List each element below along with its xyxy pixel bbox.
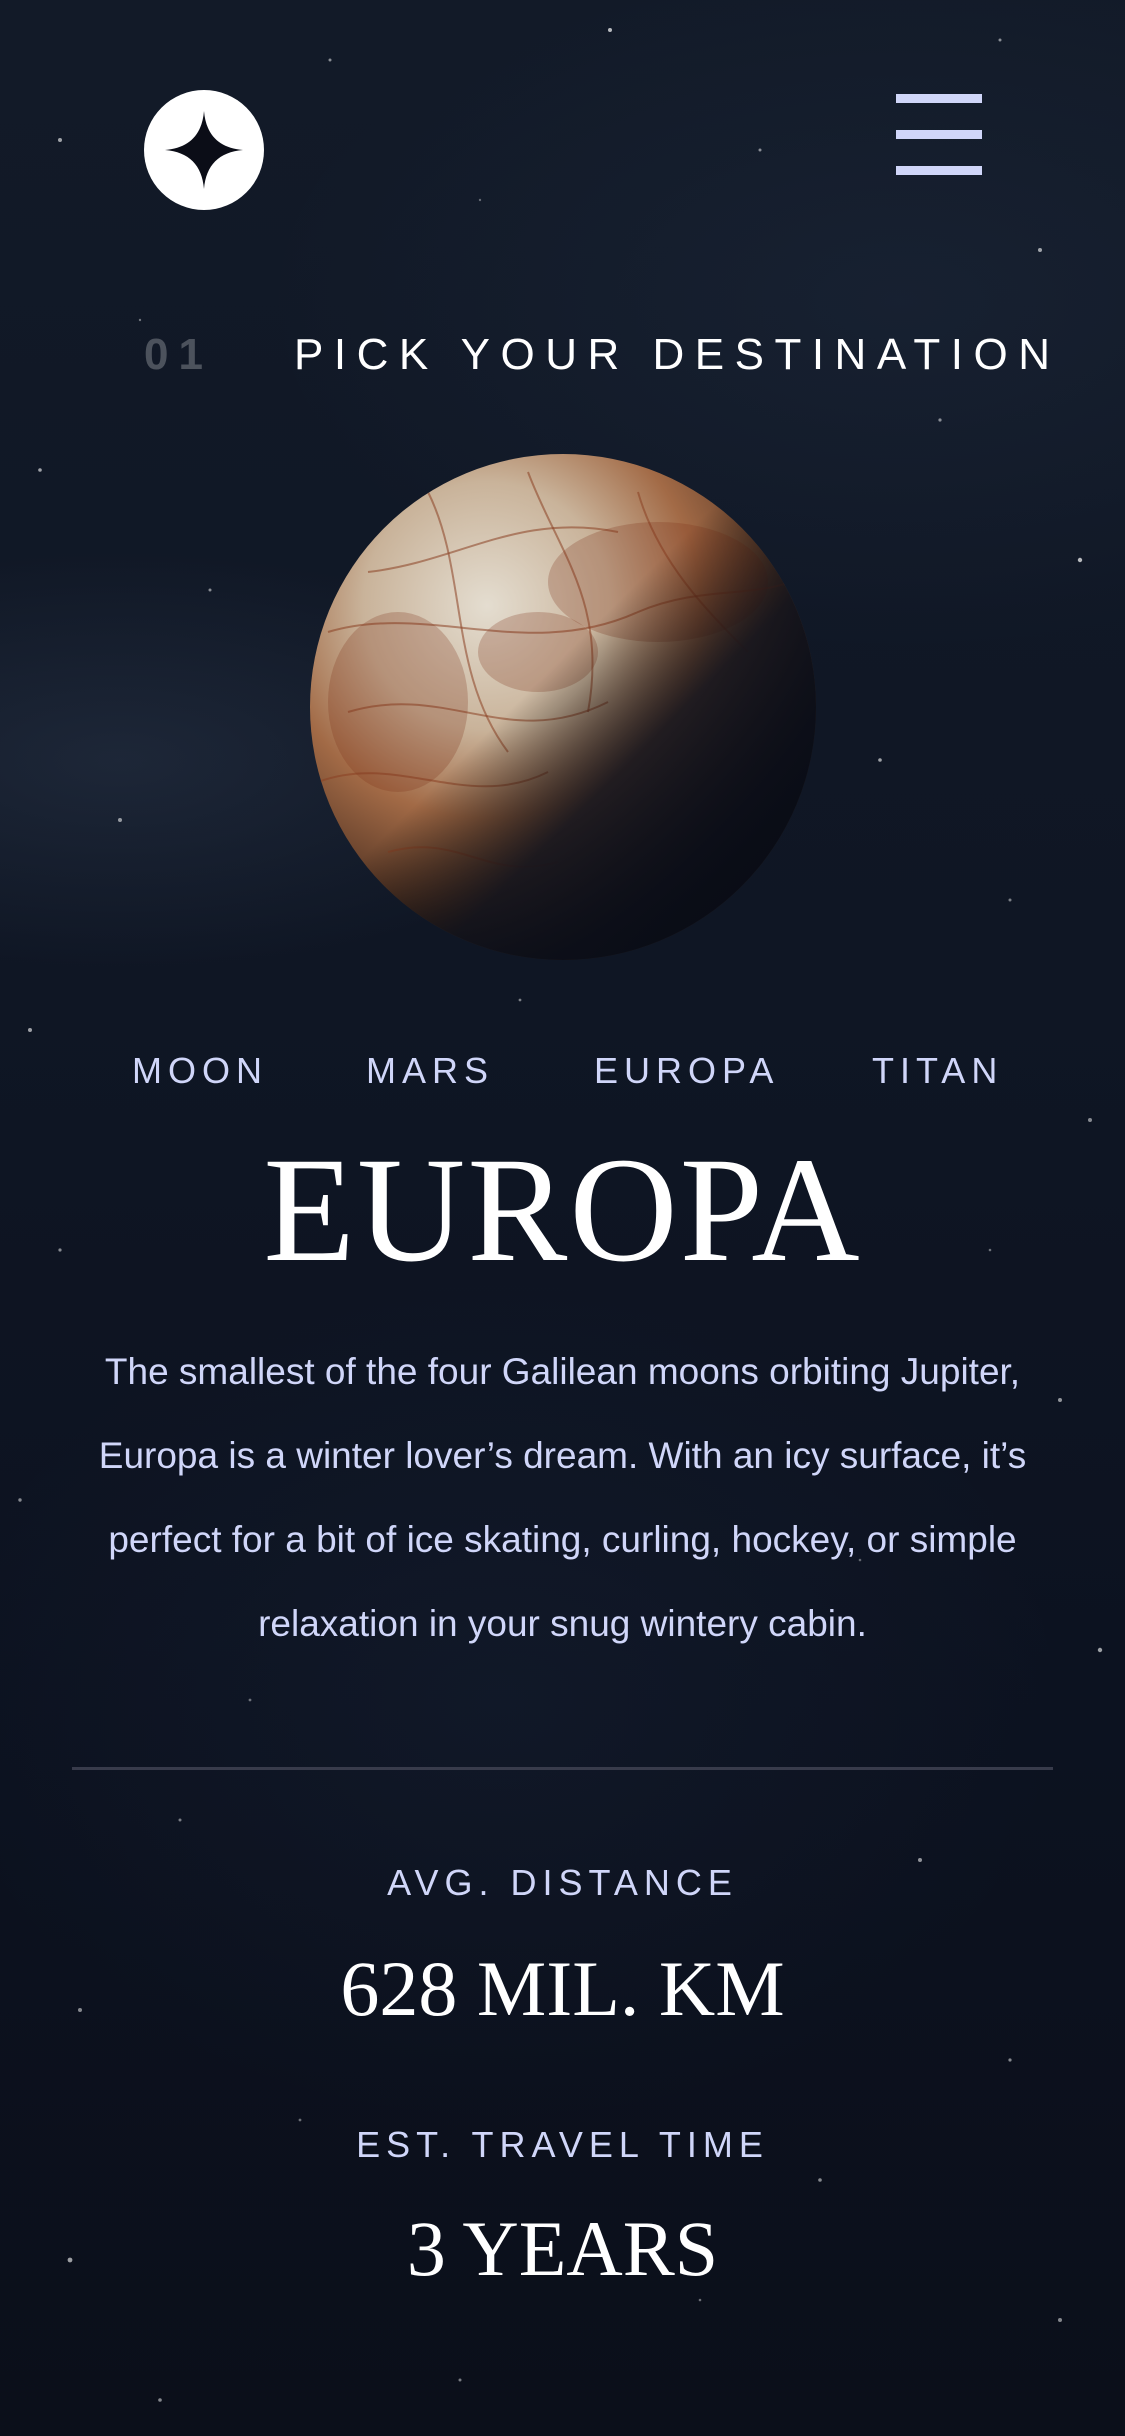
- star-logo-icon: [165, 111, 243, 189]
- page-heading: 01 PICK YOUR DESTINATION: [0, 330, 1125, 390]
- menu-bar: [896, 94, 982, 103]
- page-title: PICK YOUR DESTINATION: [294, 330, 1061, 379]
- divider: [72, 1767, 1053, 1770]
- page-number: 01: [144, 330, 213, 379]
- destination-description: The smallest of the four Galilean moons …: [98, 1351, 1027, 1644]
- destination-name: EUROPA: [263, 1127, 862, 1293]
- travel-time-value: 3 YEARS: [406, 2205, 719, 2292]
- menu-bar: [896, 130, 982, 139]
- hamburger-menu-icon[interactable]: [896, 94, 982, 176]
- europa-planet-image: [310, 454, 816, 960]
- tab-mars[interactable]: MARS: [366, 1050, 494, 1098]
- menu-bar: [896, 166, 982, 175]
- tab-titan[interactable]: TITAN: [872, 1050, 1003, 1098]
- distance-value: 628 MIL. KM: [340, 1945, 785, 2032]
- tab-moon[interactable]: MOON: [132, 1050, 268, 1098]
- destination-tabs: MOON MARS EUROPA TITAN: [0, 1050, 1125, 1098]
- logo[interactable]: [144, 90, 264, 210]
- app-screen: 01 PICK YOUR DESTINATION MOON MARS EUROP…: [0, 0, 1125, 2436]
- travel-time-label: EST. TRAVEL TIME: [356, 2124, 769, 2165]
- distance-label: AVG. DISTANCE: [387, 1862, 738, 1903]
- tab-europa[interactable]: EUROPA: [594, 1050, 779, 1098]
